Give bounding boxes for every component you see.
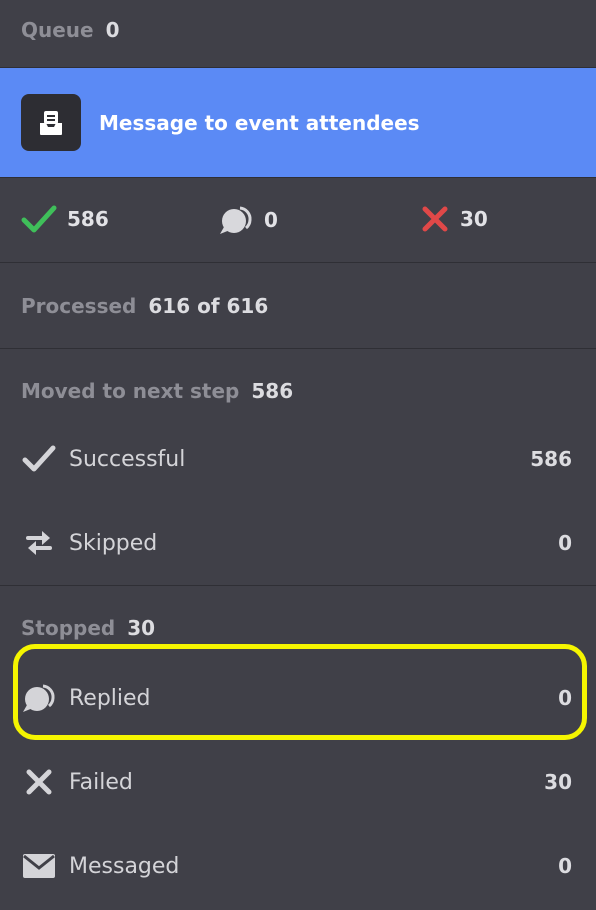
reply-bubble-icon bbox=[220, 206, 252, 234]
step-header[interactable]: Message to event attendees bbox=[0, 68, 596, 178]
row-successful-value: 586 bbox=[530, 447, 572, 471]
row-replied-label: Replied bbox=[69, 685, 151, 711]
queue-value: 0 bbox=[105, 17, 120, 42]
row-replied[interactable]: Replied 0 bbox=[21, 656, 572, 740]
moved-label: Moved to next step bbox=[21, 379, 240, 403]
stat-failed-value: 30 bbox=[460, 207, 488, 231]
row-skipped-label: Skipped bbox=[69, 530, 158, 556]
stopped-section: Stopped 30 Replied 0 Failed 30 Messaged … bbox=[0, 586, 596, 908]
row-failed-value: 30 bbox=[544, 770, 572, 794]
row-skipped[interactable]: Skipped 0 bbox=[21, 501, 572, 585]
cross-icon bbox=[422, 206, 448, 232]
reply-bubble-icon bbox=[21, 680, 57, 716]
row-failed[interactable]: Failed 30 bbox=[21, 740, 572, 824]
processed-label: Processed bbox=[21, 293, 137, 318]
row-failed-label: Failed bbox=[69, 769, 133, 795]
inbox-icon bbox=[21, 94, 81, 151]
envelope-icon bbox=[21, 848, 57, 884]
queue-row: Queue 0 bbox=[0, 0, 596, 68]
check-icon bbox=[21, 441, 57, 477]
step-title: Message to event attendees bbox=[99, 110, 420, 135]
stat-failed: 30 bbox=[420, 204, 488, 234]
processed-row: Processed 616 of 616 bbox=[0, 263, 596, 349]
row-messaged-label: Messaged bbox=[69, 853, 180, 879]
check-icon bbox=[21, 205, 57, 233]
stat-success: 586 bbox=[21, 204, 109, 234]
cross-icon bbox=[21, 764, 57, 800]
swap-arrows-icon bbox=[21, 525, 57, 561]
row-successful-label: Successful bbox=[69, 446, 186, 472]
processed-value: 616 of 616 bbox=[148, 293, 269, 318]
row-skipped-value: 0 bbox=[558, 531, 572, 555]
row-messaged[interactable]: Messaged 0 bbox=[21, 824, 572, 908]
moved-section: Moved to next step 586 Successful 586 Sk… bbox=[0, 349, 596, 586]
row-successful[interactable]: Successful 586 bbox=[21, 417, 572, 501]
row-messaged-value: 0 bbox=[558, 854, 572, 878]
stopped-value: 30 bbox=[127, 616, 156, 640]
step-stats-panel: Queue 0 Message to event attendees 586 0… bbox=[0, 0, 596, 902]
moved-value: 586 bbox=[251, 379, 294, 403]
stat-replied: 0 bbox=[218, 204, 278, 236]
stopped-label: Stopped bbox=[21, 616, 116, 640]
queue-label: Queue bbox=[21, 17, 94, 42]
stat-success-value: 586 bbox=[67, 207, 109, 231]
row-replied-value: 0 bbox=[558, 686, 572, 710]
stat-replied-value: 0 bbox=[264, 208, 278, 232]
stats-summary: 586 0 30 bbox=[0, 178, 596, 263]
